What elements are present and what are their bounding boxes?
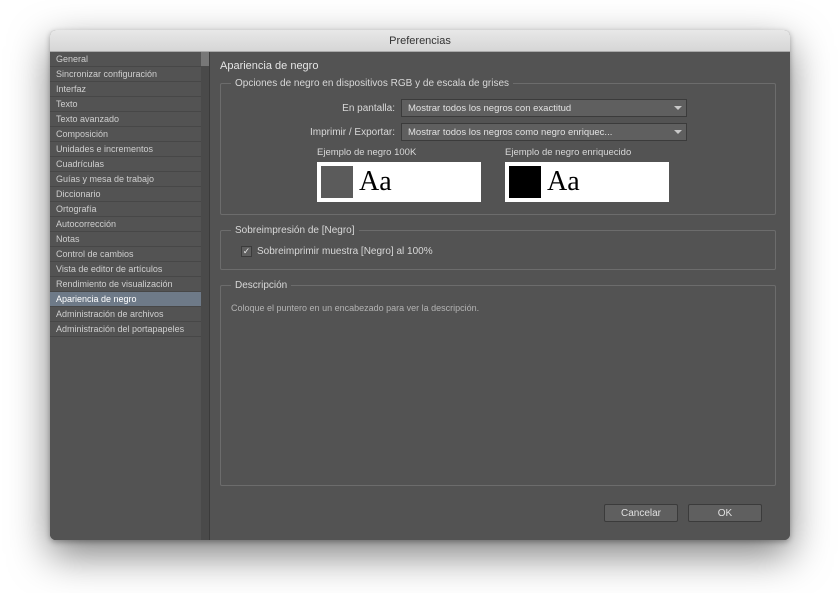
- panel-title: Apariencia de negro: [220, 60, 776, 72]
- window-body: GeneralSincronizar configuraciónInterfaz…: [50, 52, 790, 540]
- overprint-legend: Sobreimpresión de [Negro]: [231, 225, 359, 236]
- on-screen-row: En pantalla: Mostrar todos los negros co…: [231, 99, 765, 117]
- sample-text-100k: Aa: [359, 168, 392, 196]
- example-rich-label: Ejemplo de negro enriquecido: [505, 147, 669, 158]
- sidebar-item[interactable]: Diccionario: [50, 187, 209, 202]
- print-export-dropdown[interactable]: Mostrar todos los negros como negro enri…: [401, 123, 687, 141]
- sidebar-item[interactable]: Unidades e incrementos: [50, 142, 209, 157]
- sidebar-item[interactable]: Guías y mesa de trabajo: [50, 172, 209, 187]
- sidebar-item[interactable]: Autocorrección: [50, 217, 209, 232]
- sidebar-item[interactable]: Apariencia de negro: [50, 292, 209, 307]
- overprint-checkbox[interactable]: ✓: [241, 246, 252, 257]
- print-export-label: Imprimir / Exportar:: [231, 127, 401, 138]
- example-100k-column: Ejemplo de negro 100K Aa: [317, 147, 481, 202]
- example-rich-column: Ejemplo de negro enriquecido Aa: [505, 147, 669, 202]
- sidebar-scrollbar-track[interactable]: [201, 52, 209, 540]
- print-export-row: Imprimir / Exportar: Mostrar todos los n…: [231, 123, 765, 141]
- sidebar-item[interactable]: Control de cambios: [50, 247, 209, 262]
- sidebar-item[interactable]: Rendimiento de visualización: [50, 277, 209, 292]
- on-screen-label: En pantalla:: [231, 103, 401, 114]
- black-options-legend: Opciones de negro en dispositivos RGB y …: [231, 78, 513, 89]
- overprint-group: Sobreimpresión de [Negro] ✓ Sobreimprimi…: [220, 225, 776, 270]
- sidebar-item[interactable]: Notas: [50, 232, 209, 247]
- sample-text-rich: Aa: [547, 168, 580, 196]
- description-legend: Descripción: [231, 280, 291, 291]
- on-screen-value: Mostrar todos los negros con exactitud: [408, 103, 571, 114]
- description-hint: Coloque el puntero en un encabezado para…: [231, 301, 765, 333]
- sidebar-item[interactable]: Sincronizar configuración: [50, 67, 209, 82]
- swatch-100k-square: [321, 166, 353, 198]
- on-screen-dropdown[interactable]: Mostrar todos los negros con exactitud: [401, 99, 687, 117]
- window-title: Preferencias: [389, 35, 451, 47]
- ok-button[interactable]: OK: [688, 504, 762, 522]
- preferences-main-panel: Apariencia de negro Opciones de negro en…: [210, 52, 790, 540]
- sidebar-item[interactable]: Texto avanzado: [50, 112, 209, 127]
- sidebar-item[interactable]: Texto: [50, 97, 209, 112]
- black-examples-row: Ejemplo de negro 100K Aa Ejemplo de negr…: [317, 147, 765, 202]
- example-100k-swatch: Aa: [317, 162, 481, 202]
- cancel-button[interactable]: Cancelar: [604, 504, 678, 522]
- example-rich-swatch: Aa: [505, 162, 669, 202]
- sidebar-item[interactable]: Cuadrículas: [50, 157, 209, 172]
- print-export-value: Mostrar todos los negros como negro enri…: [408, 127, 612, 138]
- preferences-sidebar: GeneralSincronizar configuraciónInterfaz…: [50, 52, 210, 540]
- overprint-check-row: ✓ Sobreimprimir muestra [Negro] al 100%: [241, 246, 765, 257]
- chevron-down-icon: [674, 106, 682, 110]
- chevron-down-icon: [674, 130, 682, 134]
- sidebar-scrollbar-thumb[interactable]: [201, 52, 209, 66]
- sidebar-item[interactable]: Administración del portapapeles: [50, 322, 209, 337]
- sidebar-item[interactable]: Administración de archivos: [50, 307, 209, 322]
- sidebar-item[interactable]: Ortografía: [50, 202, 209, 217]
- preferences-window: Preferencias GeneralSincronizar configur…: [50, 30, 790, 540]
- window-titlebar: Preferencias: [50, 30, 790, 52]
- sidebar-item[interactable]: Interfaz: [50, 82, 209, 97]
- description-group: Descripción Coloque el puntero en un enc…: [220, 280, 776, 486]
- sidebar-item[interactable]: Vista de editor de artículos: [50, 262, 209, 277]
- swatch-rich-square: [509, 166, 541, 198]
- dialog-buttons: Cancelar OK: [220, 496, 776, 530]
- black-options-group: Opciones de negro en dispositivos RGB y …: [220, 78, 776, 215]
- sidebar-item[interactable]: Composición: [50, 127, 209, 142]
- overprint-check-label: Sobreimprimir muestra [Negro] al 100%: [257, 246, 433, 257]
- example-100k-label: Ejemplo de negro 100K: [317, 147, 481, 158]
- sidebar-item[interactable]: General: [50, 52, 209, 67]
